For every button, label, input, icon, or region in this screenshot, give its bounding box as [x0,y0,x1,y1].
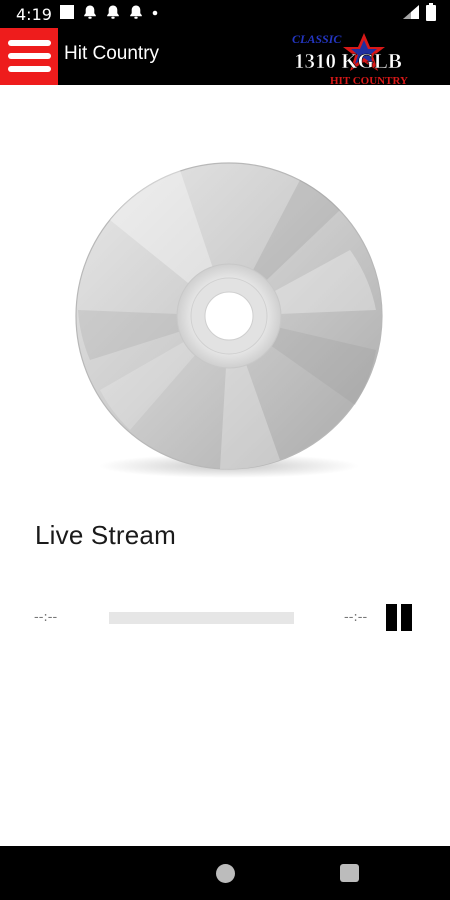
logo-top-text: CLASSIC [292,32,342,46]
app-screen: 4:19 Hit Country CLASSIC 1310 KGLB HIT C… [0,0,450,900]
logo-bottom-text: HIT COUNTRY [330,75,408,85]
recents-square-icon[interactable] [340,864,359,882]
square-notification-icon [59,4,75,25]
signal-icon [402,4,420,25]
app-bar: Hit Country CLASSIC 1310 KGLB HIT COUNTR… [0,28,450,85]
app-title: Hit Country [64,43,160,64]
bell-icon [105,4,121,25]
seek-bar[interactable] [109,612,294,624]
dot-icon [151,4,159,25]
home-circle-icon[interactable] [216,864,235,883]
track-title: Live Stream [35,520,176,550]
bell-icon [128,4,144,25]
time-total: --:-- [344,610,368,625]
system-nav-bar [0,846,450,900]
battery-icon [426,2,436,26]
status-bar: 4:19 [0,0,450,28]
notification-icons [59,4,159,25]
pause-button[interactable] [384,602,414,632]
menu-button[interactable] [0,28,58,85]
status-time: 4:19 [16,5,52,24]
cd-disc-image [75,162,383,478]
system-status-icons [402,2,436,26]
bell-icon [82,4,98,25]
time-elapsed: --:-- [34,610,58,625]
station-logo: CLASSIC 1310 KGLB HIT COUNTRY [292,32,408,85]
logo-main-text: 1310 KGLB [294,49,402,73]
